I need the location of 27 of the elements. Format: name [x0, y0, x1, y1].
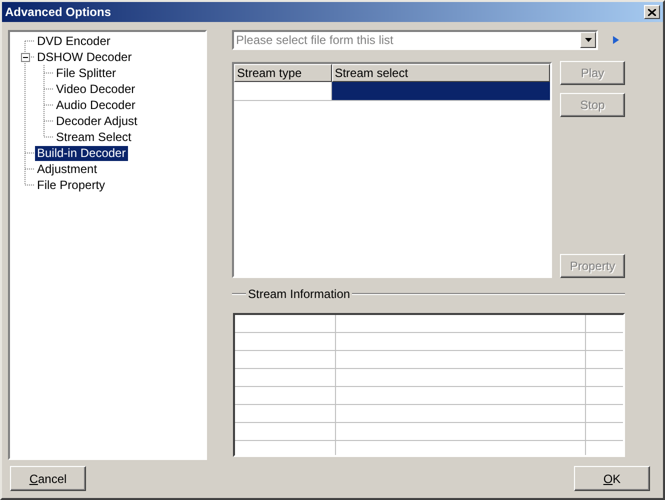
- cancel-button[interactable]: Cancel: [10, 466, 86, 491]
- close-icon: [648, 8, 656, 16]
- tree-item[interactable]: Video Decoder: [54, 82, 138, 96]
- window-title: Advanced Options: [5, 5, 112, 19]
- caret-icon: [584, 38, 592, 42]
- column-header[interactable]: Stream select: [332, 64, 550, 82]
- dropdown-button[interactable]: [580, 32, 596, 48]
- tree-item[interactable]: Decoder Adjust: [54, 114, 140, 128]
- tree-item[interactable]: Build-in Decoder: [35, 146, 128, 160]
- collapse-icon[interactable]: [21, 53, 30, 62]
- close-button[interactable]: [644, 5, 660, 19]
- tree-item[interactable]: DVD Encoder: [35, 34, 112, 48]
- tree-item[interactable]: DSHOW Decoder: [35, 50, 134, 64]
- tree-item[interactable]: Audio Decoder: [54, 98, 138, 112]
- tree-item[interactable]: File Splitter: [54, 66, 118, 80]
- tree-line: [44, 81, 54, 97]
- triangle-icon[interactable]: [613, 36, 619, 44]
- group-label: Stream Information: [246, 287, 352, 301]
- tree-line: [44, 97, 54, 113]
- tree-item[interactable]: File Property: [35, 178, 108, 192]
- ok-button[interactable]: OK: [574, 466, 650, 491]
- file-select-dropdown[interactable]: Please select file form this list: [232, 30, 598, 50]
- selected-row-highlight[interactable]: [332, 82, 550, 101]
- tree-line: [44, 65, 54, 81]
- tree-item[interactable]: Adjustment: [35, 162, 100, 176]
- column-header[interactable]: Stream type: [234, 64, 332, 82]
- tree-item[interactable]: Stream Select: [54, 130, 134, 144]
